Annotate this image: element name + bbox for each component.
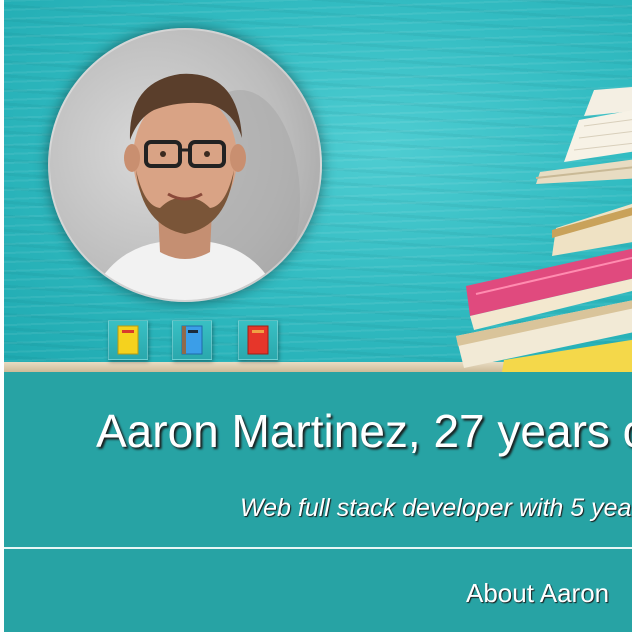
red-book-icon[interactable]	[238, 320, 278, 360]
blue-book-icon[interactable]	[172, 320, 212, 360]
profile-tagline: Web full stack developer with 5 years of…	[240, 494, 632, 522]
section-divider	[4, 547, 632, 549]
profile-name-heading: Aaron Martinez, 27 years old	[96, 405, 632, 457]
book-stack-illustration	[444, 80, 632, 372]
page-clipper: Aaron Martinez, 27 years old Web full st…	[0, 0, 632, 632]
profile-avatar	[48, 28, 322, 302]
yellow-book-icon[interactable]	[108, 320, 148, 360]
about-aaron-link[interactable]: About Aaron	[466, 578, 609, 609]
hero-banner	[4, 0, 632, 372]
